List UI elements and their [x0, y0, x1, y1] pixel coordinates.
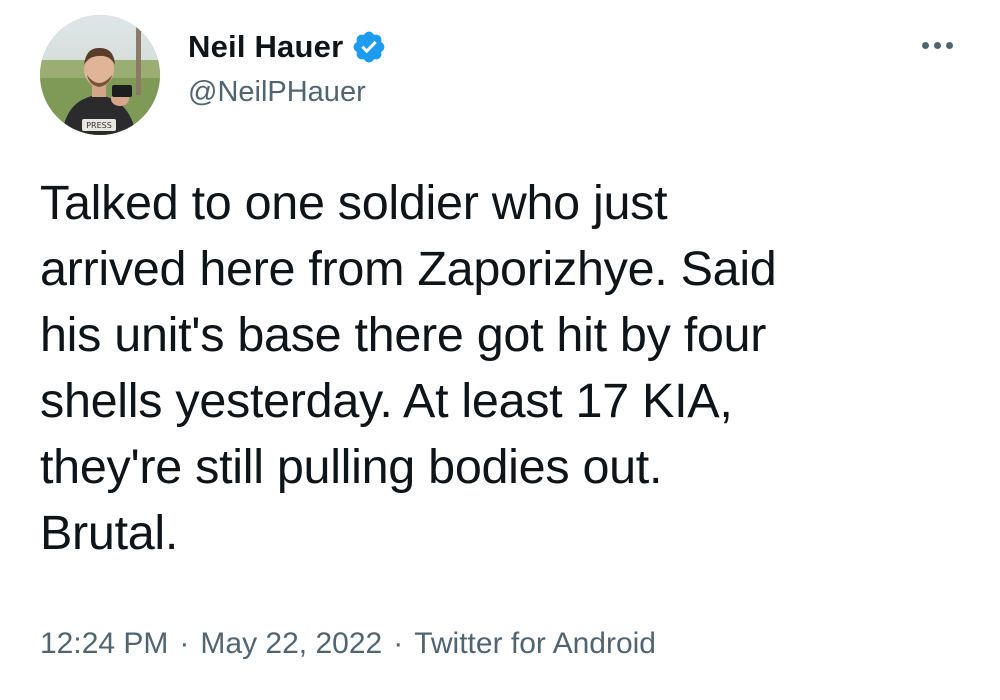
display-name[interactable]: Neil Hauer: [188, 29, 343, 65]
tweet-source[interactable]: Twitter for Android: [414, 627, 656, 661]
svg-text:PRESS: PRESS: [86, 121, 112, 130]
tweet-date[interactable]: May 22, 2022: [200, 627, 382, 661]
author-name-row[interactable]: Neil Hauer: [188, 26, 387, 68]
separator-dot: ·: [179, 627, 190, 660]
tweet-metadata: 12:24 PM · May 22, 2022 · Twitter for An…: [40, 627, 656, 661]
more-options-button[interactable]: [915, 30, 959, 60]
avatar-photo-icon: PRESS: [40, 15, 160, 135]
tweet-card: PRESS Neil Hauer @NeilPHauer Talked to o…: [0, 0, 1000, 700]
verified-badge-icon: [351, 29, 387, 65]
more-dot: [933, 41, 941, 49]
tweet-text: Talked to one soldier who just arrived h…: [40, 176, 777, 560]
avatar[interactable]: PRESS: [40, 15, 160, 135]
author-handle[interactable]: @NeilPHauer: [188, 76, 366, 109]
tweet-time[interactable]: 12:24 PM: [40, 627, 168, 661]
separator-dot: ·: [393, 627, 404, 660]
more-horizontal-icon: [921, 41, 929, 49]
more-dot: [945, 41, 953, 49]
